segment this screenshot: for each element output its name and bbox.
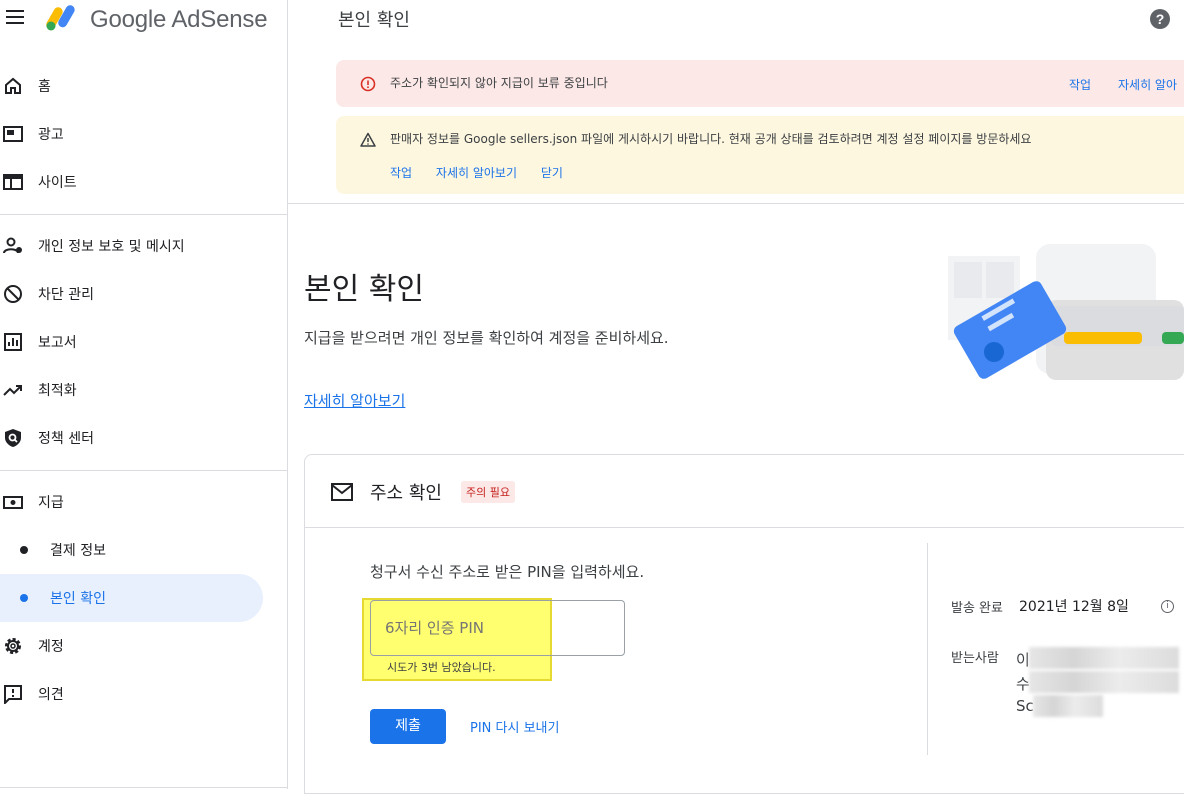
- main-content: 주소가 확인되지 않아 지급이 보류 중입니다 작업 자세히 알아 판매자 정보…: [288, 40, 1184, 794]
- redacted-address: [1029, 671, 1179, 693]
- sidebar-item-ads[interactable]: 광고: [0, 110, 288, 158]
- sidebar-item-reports[interactable]: 보고서: [0, 318, 288, 366]
- sites-icon: [3, 174, 23, 190]
- error-action-link[interactable]: 작업: [1069, 76, 1091, 93]
- sidebar-item-payment-info[interactable]: 결제 정보: [0, 526, 288, 574]
- card-divider: [927, 543, 928, 755]
- sidebar-item-home[interactable]: 홈: [0, 62, 288, 110]
- block-icon: [4, 285, 22, 303]
- page-title: 본인 확인: [338, 10, 410, 31]
- card-header: 주소 확인 주의 필요: [305, 455, 1184, 528]
- privacy-icon: [3, 237, 22, 254]
- adsense-logo: [46, 5, 75, 31]
- warning-dismiss-link[interactable]: 닫기: [541, 166, 563, 180]
- error-learn-more-link[interactable]: 자세히 알아: [1118, 76, 1177, 93]
- sidebar-item-label: 차단 관리: [38, 287, 94, 303]
- pin-input[interactable]: [370, 600, 625, 656]
- warning-actions: 작업 자세히 알아보기 닫기: [390, 164, 583, 181]
- payments-icon: [3, 496, 23, 509]
- sent-date: 2021년 12월 8일: [1019, 599, 1129, 615]
- error-banner: 주소가 확인되지 않아 지급이 보류 중입니다 작업 자세히 알아: [336, 60, 1184, 107]
- error-banner-text: 주소가 확인되지 않아 지급이 보류 중입니다: [390, 76, 608, 90]
- info-icon[interactable]: i: [1161, 600, 1174, 613]
- card-title: 주소 확인: [370, 483, 442, 504]
- sidebar-item-label: 개인 정보 보호 및 메시지: [38, 239, 185, 255]
- sidebar-item-policy[interactable]: 정책 센터: [0, 414, 288, 462]
- sidebar-item-feedback[interactable]: 의견: [0, 670, 288, 718]
- sidebar-item-label: 정책 센터: [38, 431, 94, 447]
- recipient-line: Sc: [1016, 697, 1034, 715]
- sidebar-divider: [0, 470, 288, 471]
- sidebar-item-verification[interactable]: 본인 확인: [0, 574, 263, 622]
- sidebar-item-sites[interactable]: 사이트: [0, 158, 288, 206]
- address-verification-card: 주소 확인 주의 필요 청구서 수신 주소로 받은 PIN을 입력하세요. 시도…: [304, 454, 1184, 794]
- sidebar-item-label: 사이트: [38, 175, 77, 191]
- top-app-bar: Google AdSense 본인 확인 ?: [0, 0, 1184, 40]
- section-title: 본인 확인: [304, 272, 424, 307]
- sidebar-bottom-divider: [0, 787, 288, 788]
- brand-name: Google AdSense: [90, 6, 268, 33]
- feedback-icon: [4, 685, 22, 704]
- error-icon: [360, 76, 376, 92]
- warning-icon: [360, 132, 376, 147]
- verification-illustration: [948, 244, 1184, 380]
- recipient-line: 이: [1016, 651, 1030, 669]
- sidebar-item-blocking[interactable]: 차단 관리: [0, 270, 288, 318]
- warning-learn-more-link[interactable]: 자세히 알아보기: [436, 166, 517, 180]
- sidebar-item-label: 계정: [38, 639, 64, 655]
- learn-more-link[interactable]: 자세히 알아보기: [304, 390, 405, 411]
- sidebar-item-payments[interactable]: 지급: [0, 478, 288, 526]
- sidebar-divider: [0, 214, 288, 215]
- optimization-icon: [3, 385, 22, 396]
- pin-instruction: 청구서 수신 주소로 받은 PIN을 입력하세요.: [370, 563, 645, 581]
- policy-icon: [5, 429, 21, 447]
- sidebar-item-privacy[interactable]: 개인 정보 보호 및 메시지: [0, 222, 288, 270]
- help-icon[interactable]: ?: [1150, 9, 1170, 29]
- sidebar-item-label: 본인 확인: [50, 591, 106, 607]
- header-divider: [287, 0, 288, 40]
- sidebar-item-label: 지급: [38, 495, 64, 511]
- sidebar-item-label: 의견: [38, 687, 64, 703]
- attempts-remaining: 시도가 3번 남았습니다.: [387, 661, 496, 674]
- redacted-address: [1029, 647, 1179, 669]
- warning-banner-text: 판매자 정보를 Google sellers.json 파일에 게시하시기 바랍…: [390, 132, 1032, 146]
- recipient-line: 수: [1016, 675, 1030, 693]
- ads-icon: [3, 126, 23, 142]
- sidebar: 홈 광고 사이트 개인 정보 보호 및 메시지 차단 관리 보고서 최적화 정책…: [0, 40, 288, 789]
- bullet-icon: [20, 546, 28, 554]
- warning-banner: 판매자 정보를 Google sellers.json 파일에 게시하시기 바랍…: [336, 116, 1184, 194]
- sidebar-item-optimization[interactable]: 최적화: [0, 366, 288, 414]
- menu-icon[interactable]: [6, 10, 24, 24]
- gear-icon: [5, 638, 21, 654]
- sidebar-item-label: 광고: [38, 127, 64, 143]
- sidebar-item-account[interactable]: 계정: [0, 622, 288, 670]
- mail-icon: [331, 483, 353, 501]
- resend-pin-link[interactable]: PIN 다시 보내기: [470, 717, 559, 736]
- section-description: 지급을 받으려면 개인 정보를 확인하여 계정을 준비하세요.: [304, 329, 669, 347]
- sidebar-item-label: 홈: [38, 79, 51, 95]
- sidebar-item-label: 보고서: [38, 335, 77, 351]
- sidebar-item-label: 결제 정보: [50, 543, 106, 559]
- home-icon: [5, 77, 21, 94]
- status-badge: 주의 필요: [461, 481, 515, 503]
- bullet-icon: [20, 594, 28, 602]
- sent-label: 발송 완료: [951, 601, 1003, 616]
- sidebar-item-label: 최적화: [38, 383, 77, 399]
- redacted-address: [1033, 695, 1103, 717]
- section-divider: [288, 203, 1184, 204]
- submit-button[interactable]: 제출: [370, 709, 446, 744]
- reports-icon: [4, 333, 22, 351]
- warning-action-link[interactable]: 작업: [390, 166, 412, 180]
- recipient-label: 받는사람: [951, 651, 999, 666]
